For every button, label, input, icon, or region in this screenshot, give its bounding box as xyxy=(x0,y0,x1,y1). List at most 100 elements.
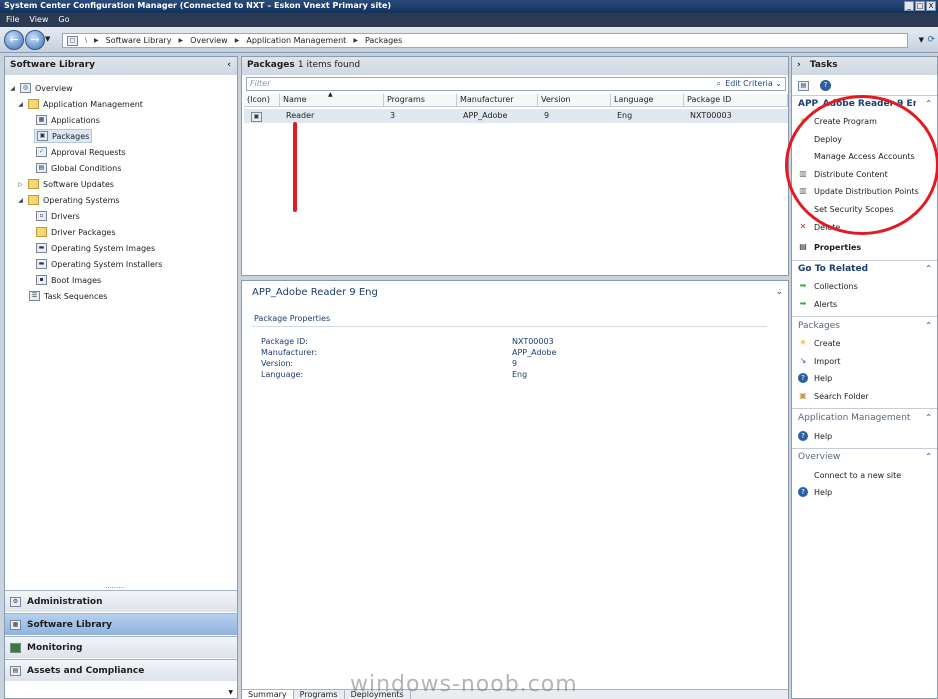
collapse-section-icon[interactable]: ⌃ xyxy=(925,321,932,330)
administration-icon: ⚙ xyxy=(10,596,21,607)
column-header-icon[interactable]: (Icon) xyxy=(244,94,280,107)
green-arrow-icon: ➡ xyxy=(799,299,807,308)
collapse-section-icon[interactable]: ⌃ xyxy=(925,264,932,273)
collapse-section-icon[interactable]: ⌃ xyxy=(925,413,932,422)
tree-item-os-installers[interactable]: ▬ Operating System Installers xyxy=(36,257,162,271)
action-create[interactable]: ✳ Create xyxy=(798,338,841,348)
action-label: Help xyxy=(814,487,833,497)
tree-item-packages[interactable]: ▣ Packages xyxy=(34,129,93,143)
collapse-icon[interactable]: ◢ xyxy=(17,101,24,108)
help-icon: ? xyxy=(798,431,808,441)
tab-programs[interactable]: Programs xyxy=(294,690,345,699)
collapse-icon[interactable]: ◢ xyxy=(9,85,16,92)
action-search-folder[interactable]: ▣ Search Folder xyxy=(798,391,869,401)
action-alerts[interactable]: ➡ Alerts xyxy=(798,299,838,309)
tree-item-boot-images[interactable]: ▪ Boot Images xyxy=(36,273,101,287)
tree-item-approval-requests[interactable]: ✓ Approval Requests xyxy=(36,145,126,159)
tree-item-software-updates[interactable]: ▷ Software Updates xyxy=(17,177,114,191)
column-header-package-id[interactable]: Package ID xyxy=(684,94,788,107)
breadcrumb-dropdown-icon[interactable]: ▼ xyxy=(919,36,924,44)
chevron-down-icon: ⌄ xyxy=(775,79,782,88)
menu-file[interactable]: File xyxy=(6,15,19,25)
collapse-icon[interactable]: ◢ xyxy=(17,197,24,204)
breadcrumb-item[interactable]: Software Library xyxy=(106,36,172,45)
refresh-icon[interactable]: ⟳ xyxy=(927,35,935,45)
help-icon[interactable]: ? xyxy=(820,80,831,91)
column-header-label: Version xyxy=(541,95,571,104)
minimize-button[interactable]: _ xyxy=(904,1,914,11)
tree-item-applications[interactable]: ▦ Applications xyxy=(36,113,100,127)
tree-item-global-conditions[interactable]: ▤ Global Conditions xyxy=(36,161,121,175)
breadcrumb-item[interactable]: Packages xyxy=(365,36,402,45)
edit-criteria-link[interactable]: Edit Criteria ⌄ xyxy=(725,78,782,90)
collapse-details-icon[interactable]: ⌄ xyxy=(775,287,783,297)
column-header-version[interactable]: Version xyxy=(538,94,611,107)
navigation-pane: Software Library ‹ ◢ ◎ Overview ◢ Applicati… xyxy=(4,56,238,699)
tab-summary[interactable]: Summary xyxy=(242,690,294,699)
workspace-assets-compliance[interactable]: ▤ Assets and Compliance xyxy=(5,659,237,681)
filter-placeholder: Filter xyxy=(250,79,271,88)
expand-pane-icon[interactable]: › xyxy=(797,60,801,70)
tree-item-task-sequences[interactable]: ☰ Task Sequences xyxy=(29,289,107,303)
prop-value-version: 9 xyxy=(512,359,518,368)
action-collections[interactable]: ➡ Collections xyxy=(798,281,858,291)
action-connect-new-site[interactable]: Connect to a new site xyxy=(798,470,901,480)
menu-bar: File View Go xyxy=(0,13,938,27)
prop-label-version: Version: xyxy=(261,359,294,368)
collapse-section-icon[interactable]: ⌃ xyxy=(925,452,932,461)
window-title-bar: System Center Configuration Manager (Con… xyxy=(0,0,938,13)
tree-item-drivers[interactable]: ▫ Drivers xyxy=(36,209,80,223)
breadcrumb-item[interactable]: Application Management xyxy=(246,36,346,45)
menu-view[interactable]: View xyxy=(29,15,48,25)
history-dropdown-icon[interactable]: ▼ xyxy=(45,35,50,43)
tree-item-label: Operating Systems xyxy=(43,195,120,205)
breadcrumb-item[interactable]: Overview xyxy=(190,36,228,45)
annotation-red-line xyxy=(293,122,297,212)
tree-item-os-images[interactable]: ▬ Operating System Images xyxy=(36,241,155,255)
tree-item-driver-packages[interactable]: Driver Packages xyxy=(36,225,116,239)
expand-icon[interactable]: ▷ xyxy=(17,181,24,188)
workspace-monitoring[interactable]: Monitoring xyxy=(5,636,237,658)
prop-label-package-id: Package ID: xyxy=(261,337,308,346)
column-header-label: Manufacturer xyxy=(460,95,514,104)
back-button[interactable]: ← xyxy=(4,30,24,50)
column-header-manufacturer[interactable]: Manufacturer xyxy=(457,94,538,107)
goto-related-heading: Go To Related xyxy=(798,264,869,274)
tree-item-application-management[interactable]: ◢ Application Management xyxy=(17,97,143,111)
action-help[interactable]: ? Help xyxy=(798,373,832,383)
collapse-pane-icon[interactable]: ‹ xyxy=(227,60,231,70)
search-icon[interactable]: ⌕ xyxy=(717,78,721,90)
action-help[interactable]: ? Help xyxy=(798,431,832,441)
workspace-administration[interactable]: ⚙ Administration xyxy=(5,590,237,612)
prop-value-package-id: NXT00003 xyxy=(512,337,554,346)
column-header-name[interactable]: Name ▲ xyxy=(280,91,384,107)
cell-manufacturer: APP_Adobe xyxy=(463,111,508,120)
column-header-programs[interactable]: Programs xyxy=(384,94,457,107)
search-folder-icon: ▣ xyxy=(799,391,807,400)
action-properties[interactable]: ▤ Properties xyxy=(798,242,861,252)
clipboard-icon[interactable]: ▤ xyxy=(798,81,809,91)
create-icon: ✳ xyxy=(799,338,807,347)
menu-go[interactable]: Go xyxy=(58,15,69,25)
maximize-button[interactable]: □ xyxy=(915,1,925,11)
edit-criteria-label: Edit Criteria xyxy=(725,79,773,88)
results-header: Packages 1 items found xyxy=(242,57,788,75)
divider xyxy=(792,316,937,317)
workspace-software-library[interactable]: ▦ Software Library xyxy=(5,613,237,635)
action-import[interactable]: ↘ Import xyxy=(798,356,841,366)
close-button[interactable]: X xyxy=(926,1,936,11)
packages-section-heading: Packages xyxy=(798,321,840,331)
action-help[interactable]: ? Help xyxy=(798,487,832,497)
action-label: Collections xyxy=(814,281,858,291)
console-root-icon[interactable]: ▢ xyxy=(67,35,78,46)
configure-buttons-icon[interactable]: ▼ xyxy=(228,689,233,696)
column-header-language[interactable]: Language xyxy=(611,94,684,107)
tree-item-overview[interactable]: ◢ ◎ Overview xyxy=(9,81,73,95)
tree-item-operating-systems[interactable]: ◢ Operating Systems xyxy=(17,193,120,207)
filter-input[interactable]: Filter ⌕ Edit Criteria ⌄ xyxy=(246,77,786,91)
splitter-grip[interactable]: ......... xyxy=(105,582,125,590)
collapse-section-icon[interactable]: ⌃ xyxy=(925,99,932,108)
forward-button[interactable]: → xyxy=(25,30,45,50)
action-label: Connect to a new site xyxy=(814,470,902,480)
tree-item-label: Overview xyxy=(35,83,73,93)
